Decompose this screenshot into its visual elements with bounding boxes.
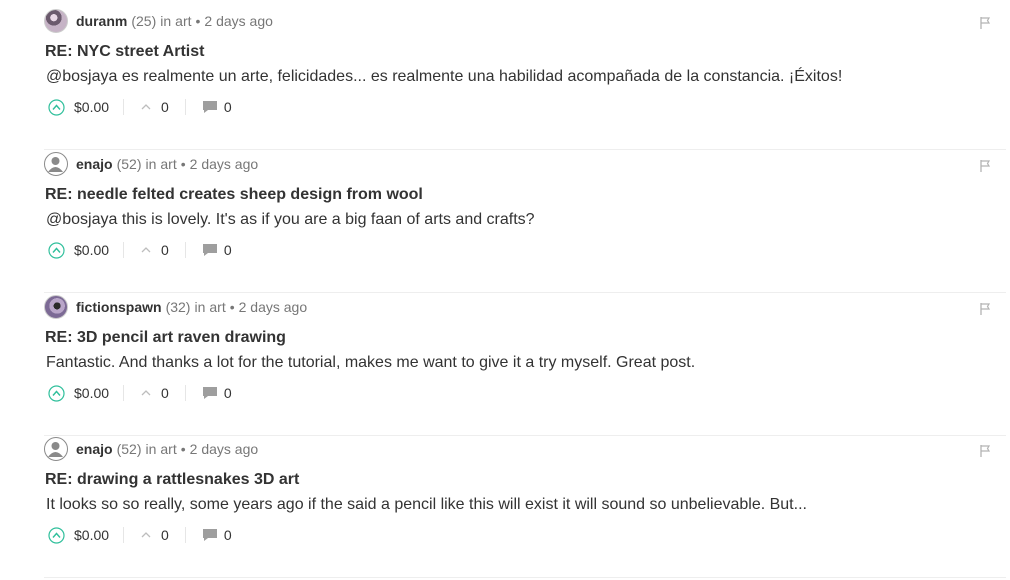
divider <box>184 99 186 115</box>
divider <box>123 385 125 401</box>
category-link[interactable]: art <box>160 156 176 172</box>
votes-chevron-icon[interactable] <box>140 101 152 113</box>
author-line: enajo (52) in art • 2 days ago <box>44 151 258 177</box>
comment-item: enajo (52) in art • 2 days ago RE: needl… <box>44 151 1006 293</box>
votes-chevron-icon[interactable] <box>140 244 152 256</box>
comment-footer: $0.00 0 0 <box>48 239 232 261</box>
separator-dot: • <box>180 156 186 172</box>
comment-body[interactable]: @bosjaya es realmente un arte, felicidad… <box>46 68 842 86</box>
comment-body[interactable]: @bosjaya this is lovely. It's as if you … <box>46 211 535 229</box>
author-reputation: (25) <box>131 13 157 29</box>
comment-icon[interactable] <box>202 386 218 400</box>
author-line: duranm (25) in art • 2 days ago <box>44 8 273 34</box>
payout-value[interactable]: $0.00 <box>74 99 109 115</box>
comment-icon[interactable] <box>202 528 218 542</box>
divider <box>184 242 186 258</box>
comment-footer: $0.00 0 0 <box>48 524 232 546</box>
divider <box>123 242 125 258</box>
payout-value[interactable]: $0.00 <box>74 385 109 401</box>
replies-count[interactable]: 0 <box>224 99 232 115</box>
votes-count[interactable]: 0 <box>161 242 169 258</box>
comment-feed: duranm (25) in art • 2 days ago RE: NYC … <box>0 0 1010 580</box>
divider <box>184 527 186 543</box>
comment-body[interactable]: It looks so so really, some years ago if… <box>46 496 807 514</box>
category-link[interactable]: art <box>175 13 191 29</box>
divider <box>184 385 186 401</box>
replies-count[interactable]: 0 <box>224 527 232 543</box>
votes-count[interactable]: 0 <box>161 527 169 543</box>
comment-icon[interactable] <box>202 243 218 257</box>
author-username[interactable]: duranm <box>76 13 127 29</box>
payout-value[interactable]: $0.00 <box>74 242 109 258</box>
separator-dot: • <box>180 441 186 457</box>
in-label: in <box>160 13 172 29</box>
replies-count[interactable]: 0 <box>224 385 232 401</box>
divider <box>123 99 125 115</box>
author-username[interactable]: fictionspawn <box>76 299 162 315</box>
divider <box>123 527 125 543</box>
flag-icon[interactable] <box>978 302 992 316</box>
author-reputation: (52) <box>116 441 142 457</box>
votes-count[interactable]: 0 <box>161 99 169 115</box>
comment-item: fictionspawn (32) in art • 2 days ago RE… <box>44 294 1006 436</box>
payout-value[interactable]: $0.00 <box>74 527 109 543</box>
replies-count[interactable]: 0 <box>224 242 232 258</box>
votes-chevron-icon[interactable] <box>140 529 152 541</box>
comment-title[interactable]: RE: 3D pencil art raven drawing <box>45 329 286 347</box>
timestamp[interactable]: 2 days ago <box>204 13 273 29</box>
in-label: in <box>145 156 157 172</box>
flag-icon[interactable] <box>978 444 992 458</box>
comment-item: enajo (52) in art • 2 days ago RE: drawi… <box>44 436 1006 578</box>
comment-title[interactable]: RE: drawing a rattlesnakes 3D art <box>45 471 299 489</box>
flag-icon[interactable] <box>978 159 992 173</box>
votes-chevron-icon[interactable] <box>140 387 152 399</box>
comment-icon[interactable] <box>202 100 218 114</box>
flag-icon[interactable] <box>978 16 992 30</box>
timestamp[interactable]: 2 days ago <box>239 299 308 315</box>
in-label: in <box>145 441 157 457</box>
default-user-icon[interactable] <box>44 437 68 461</box>
author-reputation: (52) <box>116 156 142 172</box>
timestamp[interactable]: 2 days ago <box>190 441 259 457</box>
author-line: enajo (52) in art • 2 days ago <box>44 436 258 462</box>
timestamp[interactable]: 2 days ago <box>190 156 259 172</box>
author-reputation: (32) <box>165 299 191 315</box>
separator-dot: • <box>195 13 201 29</box>
avatar[interactable] <box>44 9 68 33</box>
author-username[interactable]: enajo <box>76 441 113 457</box>
default-user-icon[interactable] <box>44 152 68 176</box>
upvote-icon[interactable] <box>48 526 65 544</box>
comment-footer: $0.00 0 0 <box>48 96 232 118</box>
comment-title[interactable]: RE: needle felted creates sheep design f… <box>45 186 423 204</box>
separator-dot: • <box>229 299 235 315</box>
comment-title[interactable]: RE: NYC street Artist <box>45 43 204 61</box>
category-link[interactable]: art <box>209 299 225 315</box>
category-link[interactable]: art <box>160 441 176 457</box>
comment-item: duranm (25) in art • 2 days ago RE: NYC … <box>44 8 1006 150</box>
votes-count[interactable]: 0 <box>161 385 169 401</box>
in-label: in <box>194 299 206 315</box>
author-line: fictionspawn (32) in art • 2 days ago <box>44 294 307 320</box>
upvote-icon[interactable] <box>48 241 65 259</box>
author-username[interactable]: enajo <box>76 156 113 172</box>
upvote-icon[interactable] <box>48 98 65 116</box>
comment-footer: $0.00 0 0 <box>48 382 232 404</box>
comment-body[interactable]: Fantastic. And thanks a lot for the tuto… <box>46 354 695 372</box>
upvote-icon[interactable] <box>48 384 65 402</box>
avatar[interactable] <box>44 295 68 319</box>
